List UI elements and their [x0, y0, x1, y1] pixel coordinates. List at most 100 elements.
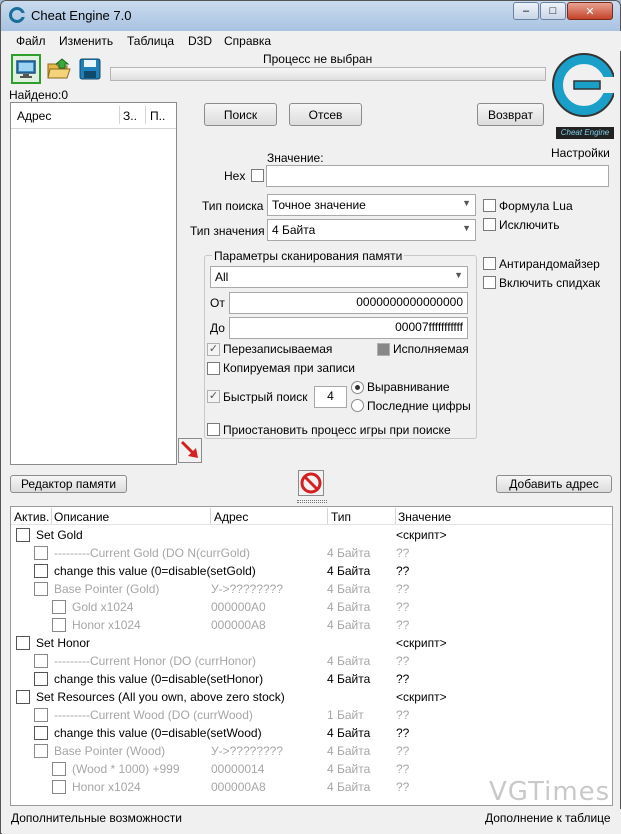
writable-checkbox[interactable]: ✓ [207, 343, 220, 356]
table-row[interactable]: change this value (0=disable(setHonor) 4 … [11, 670, 612, 688]
table-row[interactable]: ---------Current Honor (DO (currHonor) 4 … [11, 652, 612, 670]
menu-help[interactable]: Справка [224, 34, 271, 48]
table-row[interactable]: ---------Current Gold (DO N(currGold) 4 Б… [11, 544, 612, 562]
executable-label: Исполняемая [393, 342, 469, 356]
value-column-header[interactable]: З.. [123, 109, 137, 123]
cheat-table-header: Актив. Описание Адрес Тип Значение [11, 507, 612, 525]
close-button[interactable]: ✕ [567, 2, 613, 20]
table-row[interactable]: Gold x1024 000000A0 4 Байта?? [11, 598, 612, 616]
active-checkbox[interactable] [34, 744, 48, 758]
add-selected-to-table-button[interactable] [178, 438, 202, 463]
save-file-button[interactable] [75, 54, 105, 84]
clear-table-button[interactable] [298, 470, 324, 496]
type-column-header[interactable]: Тип [331, 510, 351, 524]
select-process-button[interactable] [11, 54, 41, 84]
minimize-button[interactable]: – [513, 2, 539, 20]
first-scan-button[interactable]: Поиск [204, 103, 277, 126]
value-column-header[interactable]: Значение [398, 510, 451, 524]
memory-view-button[interactable]: Редактор памяти [10, 475, 127, 493]
found-address-list[interactable]: Адрес З.. П.. [10, 102, 177, 465]
cheat-engine-logo[interactable]: Cheat Engine [552, 47, 616, 143]
lua-formula-checkbox[interactable] [483, 199, 496, 212]
copy-on-write-checkbox[interactable] [207, 362, 220, 375]
row-value: <скрипт> [396, 636, 447, 650]
cheat-table-scrollbar[interactable] [605, 525, 612, 805]
address-column-header[interactable]: Адрес [214, 510, 248, 524]
undo-scan-button[interactable]: Возврат [477, 103, 544, 126]
cheat-table[interactable]: Актив. Описание Адрес Тип Значение Set G… [10, 506, 613, 806]
scan-type-dropdown[interactable]: Точное значение ▼ [267, 194, 476, 216]
active-checkbox[interactable] [52, 618, 66, 632]
active-checkbox[interactable] [52, 600, 66, 614]
hex-checkbox[interactable] [251, 169, 264, 182]
address-column-header[interactable]: Адрес [17, 109, 51, 123]
active-checkbox[interactable] [16, 636, 30, 650]
table-row[interactable]: Set Resources (All you own, above zero s… [11, 688, 612, 706]
table-row[interactable]: Base Pointer (Gold) У->???????? 4 Байта?? [11, 580, 612, 598]
maximize-button[interactable]: □ [540, 2, 566, 20]
active-checkbox[interactable] [34, 708, 48, 722]
value-input[interactable] [266, 165, 609, 187]
description-column-header[interactable]: Описание [54, 510, 109, 524]
exclude-checkbox[interactable] [483, 218, 496, 231]
active-checkbox[interactable] [34, 672, 48, 686]
title-bar[interactable]: Cheat Engine 7.0 – □ ✕ [1, 1, 620, 31]
next-scan-button[interactable]: Отсев [289, 103, 362, 126]
to-label: До [210, 321, 225, 335]
splitter-handle[interactable] [297, 500, 327, 503]
stop-address-input[interactable]: 00007fffffffffff [229, 317, 468, 339]
active-checkbox[interactable] [52, 780, 66, 794]
value-type-dropdown[interactable]: 4 Байта ▼ [267, 219, 476, 241]
table-row[interactable]: change this value (0=disable(setWood) 4 Б… [11, 724, 612, 742]
menu-d3d[interactable]: D3D [188, 34, 212, 48]
menu-table[interactable]: Таблица [127, 34, 174, 48]
active-checkbox[interactable] [16, 528, 30, 542]
pause-game-checkbox[interactable] [207, 423, 220, 436]
table-row[interactable]: Base Pointer (Wood) У->???????? 4 Байта?? [11, 742, 612, 760]
scan-progress-bar [110, 67, 546, 81]
address-list-header: Адрес З.. П.. [11, 103, 176, 129]
last-digits-radio[interactable] [351, 399, 364, 412]
status-bar: Дополнительные возможности Дополнение к … [2, 809, 621, 834]
active-checkbox[interactable] [16, 690, 30, 704]
memory-region-dropdown[interactable]: All ▼ [210, 266, 468, 288]
table-row[interactable]: Set Honor <скрипт> [11, 634, 612, 652]
row-value: ?? [396, 672, 410, 686]
table-row[interactable]: Honor x1024 000000A8 4 Байта?? [11, 616, 612, 634]
start-address-input[interactable]: 0000000000000000 [229, 292, 468, 314]
settings-link[interactable]: Настройки [551, 146, 610, 160]
advanced-options-link[interactable]: Дополнительные возможности [11, 811, 182, 825]
active-checkbox[interactable] [34, 564, 48, 578]
alignment-radio[interactable] [351, 381, 364, 394]
active-checkbox[interactable] [34, 654, 48, 668]
row-address: 000000A0 [211, 600, 266, 614]
save-icon [79, 58, 101, 80]
speedhack-checkbox[interactable] [483, 276, 496, 289]
executable-checkbox[interactable] [377, 343, 390, 356]
fast-scan-checkbox[interactable]: ✓ [207, 390, 220, 403]
active-checkbox[interactable] [34, 582, 48, 596]
found-count: Найдено:0 [9, 88, 69, 102]
unrandomizer-checkbox[interactable] [483, 257, 496, 270]
active-column-header[interactable]: Актив. [14, 510, 49, 524]
logo-text: Cheat Engine [556, 127, 614, 139]
previous-column-header[interactable]: П.. [150, 109, 165, 123]
add-address-manually-button[interactable]: Добавить адрес [496, 475, 612, 493]
table-row[interactable]: change this value (0=disable(setGold) 4 Б… [11, 562, 612, 580]
menu-file[interactable]: Файл [16, 34, 46, 48]
row-value: <скрипт> [396, 690, 447, 704]
active-checkbox[interactable] [34, 546, 48, 560]
menu-edit[interactable]: Изменить [59, 34, 113, 48]
table-row[interactable]: ---------Current Wood (DO (currWood) 1 Ба… [11, 706, 612, 724]
table-extras-link[interactable]: Дополнение к таблице [485, 811, 611, 825]
row-type: 4 Байта [327, 762, 371, 776]
from-label: От [210, 296, 225, 310]
lua-formula-label: Формула Lua [499, 199, 573, 213]
active-checkbox[interactable] [34, 726, 48, 740]
table-row[interactable]: (Wood * 1000) +999 00000014 4 Байта?? [11, 760, 612, 778]
select-process-icon [16, 60, 36, 78]
table-row[interactable]: Set Gold <скрипт> [11, 526, 612, 544]
fast-scan-alignment-input[interactable]: 4 [314, 386, 347, 408]
open-file-button[interactable] [44, 54, 74, 84]
active-checkbox[interactable] [52, 762, 66, 776]
